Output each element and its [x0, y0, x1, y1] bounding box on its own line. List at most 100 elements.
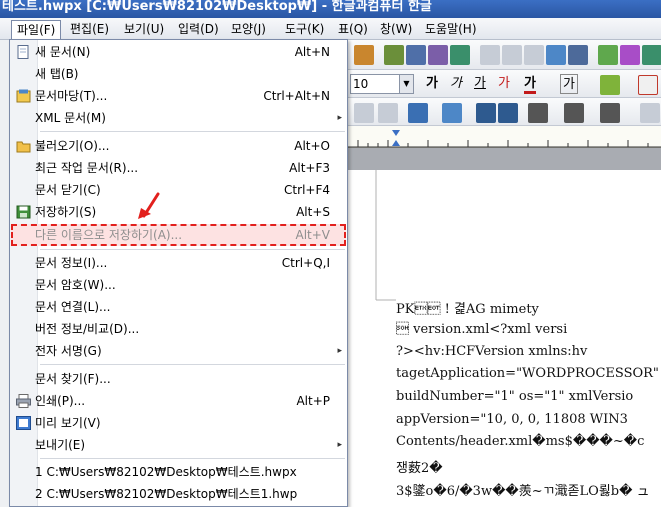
- submenu-arrow-icon: ▸: [337, 346, 342, 356]
- select-icon[interactable]: [354, 103, 374, 123]
- unlink-icon[interactable]: [502, 45, 522, 65]
- spell-icon[interactable]: [384, 45, 404, 65]
- char-border-button[interactable]: 가: [560, 74, 578, 94]
- menu-item-label: 2 C:₩Users₩82102₩Desktop₩테스트1.hwp: [35, 487, 298, 501]
- stamp-icon[interactable]: [354, 45, 374, 65]
- open-folder-icon: [16, 141, 31, 153]
- menu-item-label: 문서 찾기(F)...: [35, 372, 111, 386]
- menu-item-document-info[interactable]: 문서 정보(I)... Ctrl+Q,I: [11, 252, 346, 274]
- chart-icon[interactable]: [598, 45, 618, 65]
- group-icon[interactable]: [640, 103, 660, 123]
- menu-item-label: 문서마당(T)...: [35, 89, 108, 103]
- menu-file[interactable]: 파일(F): [11, 20, 62, 40]
- highlighter-icon[interactable]: [600, 75, 620, 95]
- menu-item-label: 다른 이름으로 저장하기(A)...: [35, 228, 183, 242]
- crop-icon[interactable]: [378, 103, 398, 123]
- menu-item-label: 새 탭(B): [35, 67, 79, 81]
- menu-bar: 파일(F) 편집(E) 보기(U) 입력(D) 모양(J) 도구(K) 표(Q)…: [0, 18, 661, 40]
- menu-item-recent-file-2[interactable]: 2 C:₩Users₩82102₩Desktop₩테스트1.hwp: [11, 483, 346, 505]
- underline-button[interactable]: 가: [474, 74, 486, 94]
- submenu-arrow-icon: ▸: [337, 440, 342, 450]
- menu-item-shortcut: Alt+V: [295, 228, 330, 242]
- document-page[interactable]: PK ! 겵AG mimety  version.xml<?xml ver…: [348, 170, 661, 507]
- print-icon: [16, 394, 31, 408]
- menu-separator: [40, 458, 345, 459]
- menu-item-find-document[interactable]: 문서 찾기(F)...: [11, 368, 346, 390]
- menu-item-label: 최근 작업 문서(R)...: [35, 161, 139, 175]
- font-color-button[interactable]: 가: [524, 74, 536, 94]
- window-title: 테스트.hwpx [C:₩Users₩82102₩Desktop₩] - 한글과…: [2, 0, 432, 14]
- document-line: PK ! 겵AG mimety: [396, 302, 539, 317]
- menu-item-label: 전자 서명(G): [35, 344, 102, 358]
- link-icon[interactable]: [480, 45, 500, 65]
- fill-icon[interactable]: [442, 103, 462, 123]
- menu-item-digital-signature[interactable]: 전자 서명(G) ▸: [11, 340, 346, 362]
- align-icon[interactable]: [406, 45, 426, 65]
- page-gap: [348, 148, 661, 170]
- menu-item-save[interactable]: 저장하기(S) Alt+S: [11, 201, 346, 223]
- menu-item-document-link[interactable]: 문서 연결(L)...: [11, 296, 346, 318]
- bold-button[interactable]: 가: [426, 74, 438, 94]
- menu-item-recent-documents[interactable]: 최근 작업 문서(R)... Alt+F3: [11, 157, 346, 179]
- new-document-icon: [17, 45, 29, 59]
- table-icon[interactable]: [568, 45, 588, 65]
- menu-item-label: 새 문서(N): [35, 45, 91, 59]
- menu-tools[interactable]: 도구(K): [280, 20, 329, 38]
- ruler[interactable]: [348, 126, 661, 148]
- grid-icon[interactable]: [450, 45, 470, 65]
- ruler-ticks: [348, 130, 661, 148]
- menu-item-shortcut: Alt+N: [294, 45, 330, 59]
- italic-button[interactable]: 가: [450, 74, 462, 94]
- menu-item-label: 미리 보기(V): [35, 416, 101, 430]
- menu-item-shortcut: Ctrl+Alt+N: [263, 89, 330, 103]
- menu-item-label: 1 C:₩Users₩82102₩Desktop₩테스트.hwpx: [35, 465, 297, 479]
- annotation-arrow-icon: [138, 192, 160, 219]
- align-justify-icon[interactable]: [638, 75, 658, 95]
- menu-item-label: 저장하기(S): [35, 205, 97, 219]
- style-icon[interactable]: [428, 45, 448, 65]
- menu-item-new-tab[interactable]: 새 탭(B): [11, 63, 346, 85]
- menu-item-shortcut: Alt+O: [294, 139, 330, 153]
- save-icon: [16, 205, 31, 219]
- send-back-icon[interactable]: [498, 103, 518, 123]
- image-icon[interactable]: [546, 45, 566, 65]
- menu-separator: [40, 249, 345, 250]
- line-width-icon[interactable]: [564, 103, 584, 123]
- chevron-down-icon[interactable]: ▼: [399, 75, 413, 93]
- line-style-icon[interactable]: [528, 103, 548, 123]
- document-line:  version.xml<?xml versi: [396, 322, 568, 337]
- menu-item-version-info[interactable]: 버전 정보/비교(D)...: [11, 318, 346, 340]
- menu-window[interactable]: 창(W): [375, 20, 417, 38]
- menu-table[interactable]: 표(Q): [333, 20, 373, 38]
- menu-item-xml-document[interactable]: XML 문서(M) ▸: [11, 107, 346, 129]
- pen-icon[interactable]: [408, 103, 428, 123]
- arrow-style-icon[interactable]: [600, 103, 620, 123]
- bookmark-icon[interactable]: [524, 45, 544, 65]
- font-size-select[interactable]: 10 ▼: [350, 74, 414, 94]
- menu-item-send[interactable]: 보내기(E) ▸: [11, 434, 346, 456]
- menu-item-label: 인쇄(P)...: [35, 394, 86, 408]
- submenu-arrow-icon: ▸: [337, 113, 342, 123]
- menu-edit[interactable]: 편집(E): [65, 20, 114, 38]
- menu-view[interactable]: 보기(U): [119, 20, 169, 38]
- template-icon: [16, 89, 31, 103]
- standard-toolbar: [348, 40, 661, 70]
- shape-icon[interactable]: [642, 45, 661, 65]
- menu-item-document-password[interactable]: 문서 암호(W)...: [11, 274, 346, 296]
- menu-format[interactable]: 모양(J): [226, 20, 271, 38]
- menu-item-label: 버전 정보/비교(D)...: [35, 322, 140, 336]
- hanja-icon[interactable]: [620, 45, 640, 65]
- strike-button[interactable]: 가: [498, 74, 510, 94]
- menu-item-open[interactable]: 불러오기(O)... Alt+O: [11, 135, 346, 157]
- menu-item-print[interactable]: 인쇄(P)... Alt+P: [11, 390, 346, 412]
- menu-help[interactable]: 도움말(H): [420, 20, 482, 38]
- menu-item-close-document[interactable]: 문서 닫기(C) Ctrl+F4: [11, 179, 346, 201]
- menu-item-recent-file-1[interactable]: 1 C:₩Users₩82102₩Desktop₩테스트.hwpx: [11, 461, 346, 483]
- menu-item-save-as[interactable]: 다른 이름으로 저장하기(A)... Alt+V: [11, 224, 346, 246]
- menu-item-templates[interactable]: 문서마당(T)... Ctrl+Alt+N: [11, 85, 346, 107]
- menu-item-shortcut: Alt+P: [296, 394, 330, 408]
- menu-insert[interactable]: 입력(D): [173, 20, 224, 38]
- bring-front-icon[interactable]: [476, 103, 496, 123]
- menu-item-new-document[interactable]: 새 문서(N) Alt+N: [11, 41, 346, 63]
- menu-item-print-preview[interactable]: 미리 보기(V): [11, 412, 346, 434]
